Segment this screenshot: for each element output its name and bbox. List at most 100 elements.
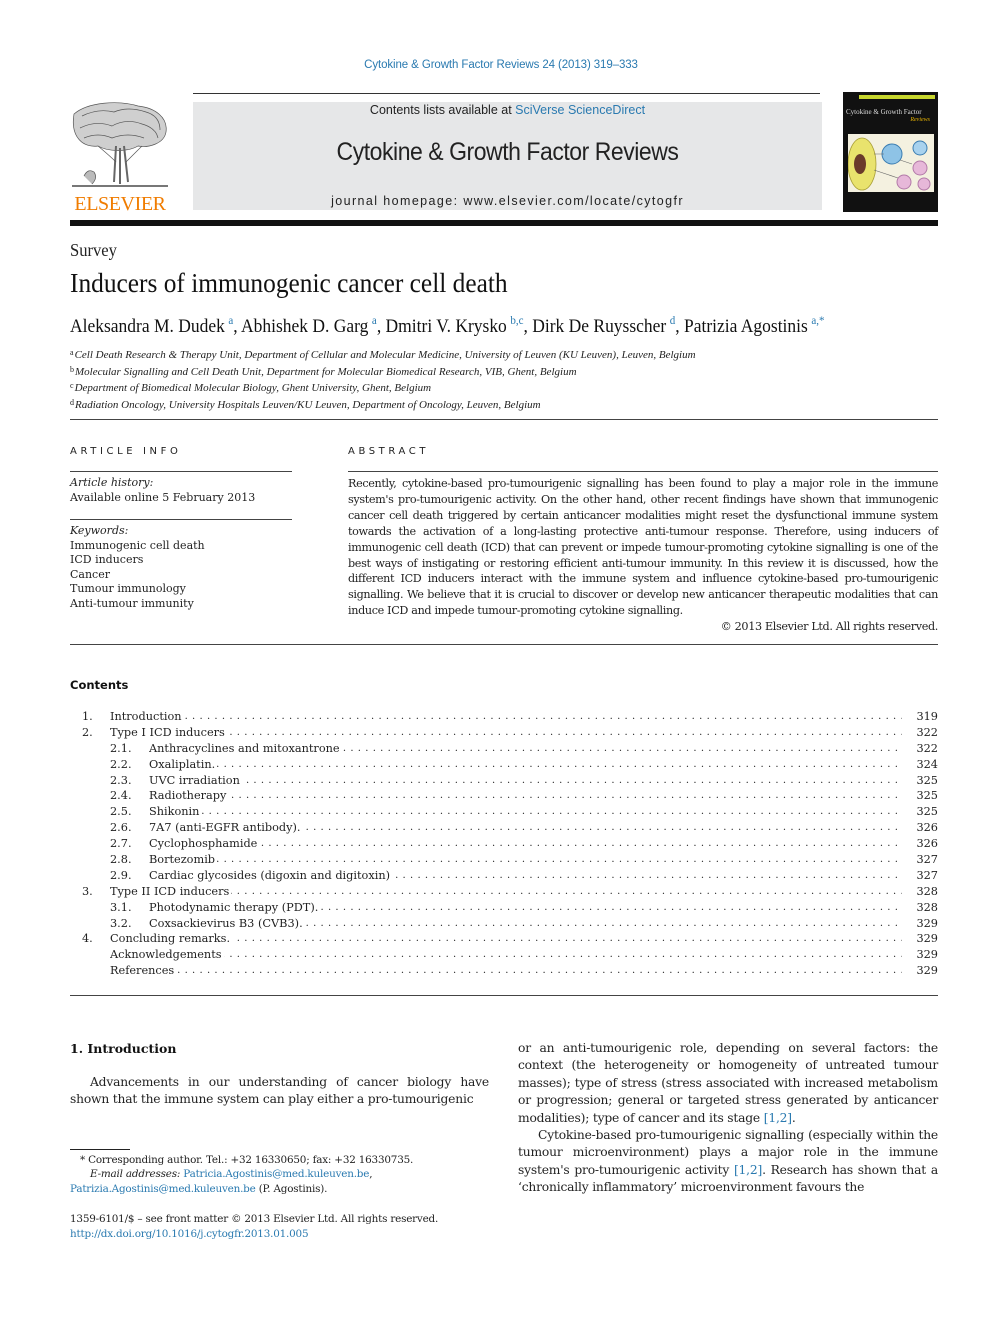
header-thick-rule	[70, 220, 938, 226]
contents-availability: Contents lists available at SciVerse Sci…	[193, 103, 822, 117]
affiliation-marker[interactable]: a	[228, 313, 233, 327]
toc-number: 2.5.	[110, 805, 132, 819]
toc-label[interactable]: UVC irradiation	[149, 773, 242, 787]
toc-page-number: 322	[916, 741, 938, 755]
citation-link[interactable]: [1,2]	[734, 1163, 762, 1177]
author-name[interactable]: Aleksandra M. Dudek	[70, 316, 225, 337]
keywords-label: Keywords:	[70, 524, 129, 537]
keyword: ICD inducers	[70, 553, 144, 566]
divider	[70, 471, 292, 472]
citation-link[interactable]: [1,2]	[764, 1111, 792, 1125]
affiliation-marker[interactable]: a,*	[811, 313, 824, 327]
toc-label[interactable]: Type I ICD inducers	[110, 725, 227, 739]
toc-label[interactable]: References	[110, 964, 177, 978]
toc-page-number: 328	[916, 900, 938, 914]
contents-prefix: Contents lists available at	[369, 103, 516, 117]
toc-entry[interactable]: 2.2. Oxaliplatin. 324	[70, 757, 938, 773]
affiliation-key: c	[70, 381, 74, 390]
toc-number: 2.4.	[110, 789, 132, 803]
toc-entry[interactable]: 2.8. Bortezomib 327	[70, 852, 938, 868]
abstract-body: Recently, cytokine-based pro-tumourigeni…	[348, 476, 938, 635]
toc-number: 2.7.	[110, 837, 132, 851]
author-name[interactable]: Dmitri V. Krysko	[386, 316, 507, 337]
toc-label-container: Cyclophosphamide	[149, 836, 902, 852]
toc-page-number: 329	[916, 932, 938, 946]
toc-number: 3.1.	[110, 900, 132, 914]
contents-heading: Contents	[70, 678, 129, 692]
journal-cover-image[interactable]: Cytokine & Growth Factor Reviews	[843, 92, 938, 212]
toc-entry[interactable]: 3. Type II ICD inducers 328	[70, 884, 938, 900]
toc-label[interactable]: Shikonin	[149, 805, 202, 819]
toc-entry[interactable]: 2. Type I ICD inducers 322	[70, 725, 938, 741]
abstract-text: Recently, cytokine-based pro-tumourigeni…	[348, 477, 938, 618]
toc-entry[interactable]: 2.9. Cardiac glycosides (digoxin and digi…	[70, 868, 938, 884]
toc-label-container: 7A7 (anti-EGFR antibody).	[149, 820, 902, 836]
toc-entry[interactable]: 2.6. 7A7 (anti-EGFR antibody). 326	[70, 820, 938, 836]
section-heading-introduction: 1. Introduction	[70, 1041, 177, 1056]
footnote-rule	[70, 1149, 130, 1150]
toc-entry[interactable]: 2.5. Shikonin 325	[70, 804, 938, 820]
toc-label[interactable]: Cyclophosphamide	[149, 837, 260, 851]
email-label: E-mail addresses:	[90, 1168, 181, 1181]
toc-label-container: Coxsackievirus B3 (CVB3).	[149, 916, 902, 932]
toc-entry[interactable]: 2.1. Anthracyclines and mitoxantrone 322	[70, 741, 938, 757]
table-of-contents: 1. Introduction 319 2. Type I ICD inducers 32…	[70, 709, 938, 979]
toc-page-number: 329	[916, 964, 938, 978]
affiliation-marker[interactable]: b,c	[510, 313, 523, 327]
toc-label[interactable]: Introduction	[110, 710, 184, 723]
intro-paragraph: Cytokine-based pro-tumourigenic signalli…	[518, 1127, 938, 1197]
toc-label[interactable]: Bortezomib	[149, 853, 218, 867]
cover-band	[859, 95, 935, 99]
affiliation-item: aCell Death Research & Therapy Unit, Dep…	[70, 346, 696, 363]
author-name[interactable]: Dirk De Ruysscher	[532, 316, 666, 337]
abstract-copyright: © 2013 Elsevier Ltd. All rights reserved…	[720, 620, 939, 634]
toc-label[interactable]: Cardiac glycosides (digoxin and digitoxi…	[149, 868, 393, 882]
toc-entry[interactable]: 1. Introduction 319	[70, 709, 938, 725]
affiliation-key: a	[70, 348, 74, 357]
toc-page-number: 322	[916, 725, 938, 739]
toc-label[interactable]: Radiotherapy	[149, 789, 229, 803]
elsevier-logo: ELSEVIER	[68, 102, 172, 214]
toc-number: 2.2.	[110, 757, 132, 771]
toc-label-container: Acknowledgements	[110, 947, 902, 963]
toc-label[interactable]: 7A7 (anti-EGFR antibody).	[149, 821, 303, 835]
toc-entry[interactable]: 2.7. Cyclophosphamide 326	[70, 836, 938, 852]
toc-entry[interactable]: 3.1. Photodynamic therapy (PDT). 328	[70, 900, 938, 916]
sciencedirect-link[interactable]: SciVerse ScienceDirect	[515, 103, 645, 117]
toc-label-container: Cardiac glycosides (digoxin and digitoxi…	[149, 868, 902, 884]
toc-label[interactable]: Photodynamic therapy (PDT).	[149, 900, 321, 914]
toc-label-container: Anthracyclines and mitoxantrone	[149, 741, 902, 757]
author-name[interactable]: Abhishek D. Garg	[241, 316, 368, 337]
toc-label-container: Type I ICD inducers	[110, 725, 902, 741]
toc-label[interactable]: Anthracyclines and mitoxantrone	[149, 741, 342, 755]
toc-label[interactable]: Type II ICD inducers	[110, 884, 232, 898]
journal-citation-link[interactable]: Cytokine & Growth Factor Reviews 24 (201…	[0, 59, 992, 71]
toc-entry[interactable]: 4. Concluding remarks. 329	[70, 931, 938, 947]
toc-page-number: 326	[916, 837, 938, 851]
doi-link[interactable]: http://dx.doi.org/10.1016/j.cytogfr.2013…	[70, 1227, 438, 1242]
author-name[interactable]: Patrizia Agostinis	[684, 316, 808, 337]
toc-label-container: References	[110, 963, 902, 979]
keyword: Immunogenic cell death	[70, 538, 205, 552]
toc-label[interactable]: Acknowledgements	[110, 948, 224, 962]
email-link[interactable]: Patricia.Agostinis@med.kuleuven.be	[183, 1168, 369, 1180]
email-owner: (P. Agostinis).	[255, 1182, 328, 1195]
toc-entry[interactable]: 2.4. Radiotherapy 325	[70, 788, 938, 804]
toc-number: 2.1.	[110, 741, 132, 755]
journal-homepage-link[interactable]: journal homepage: www.elsevier.com/locat…	[193, 194, 822, 208]
affiliation-marker[interactable]: a	[372, 313, 377, 327]
affiliation-marker[interactable]: d	[670, 313, 676, 327]
toc-entry[interactable]: 2.3. UVC irradiation 325	[70, 773, 938, 789]
toc-label[interactable]: Concluding remarks.	[110, 932, 233, 946]
email-link[interactable]: Patrizia.Agostinis@med.kuleuven.be	[70, 1183, 256, 1195]
toc-page-number: 325	[916, 789, 938, 803]
toc-entry[interactable]: Acknowledgements 329	[70, 947, 938, 963]
toc-label[interactable]: Oxaliplatin.	[149, 757, 218, 771]
paper-title: Inducers of immunogenic cancer cell deat…	[70, 268, 508, 298]
header-rule	[193, 93, 820, 94]
history-label: Article history:	[70, 476, 154, 489]
toc-entry[interactable]: References 329	[70, 963, 938, 979]
toc-entry[interactable]: 3.2. Coxsackievirus B3 (CVB3). 329	[70, 916, 938, 932]
toc-label-container: Introduction	[110, 709, 902, 725]
toc-label[interactable]: Coxsackievirus B3 (CVB3).	[149, 916, 305, 930]
